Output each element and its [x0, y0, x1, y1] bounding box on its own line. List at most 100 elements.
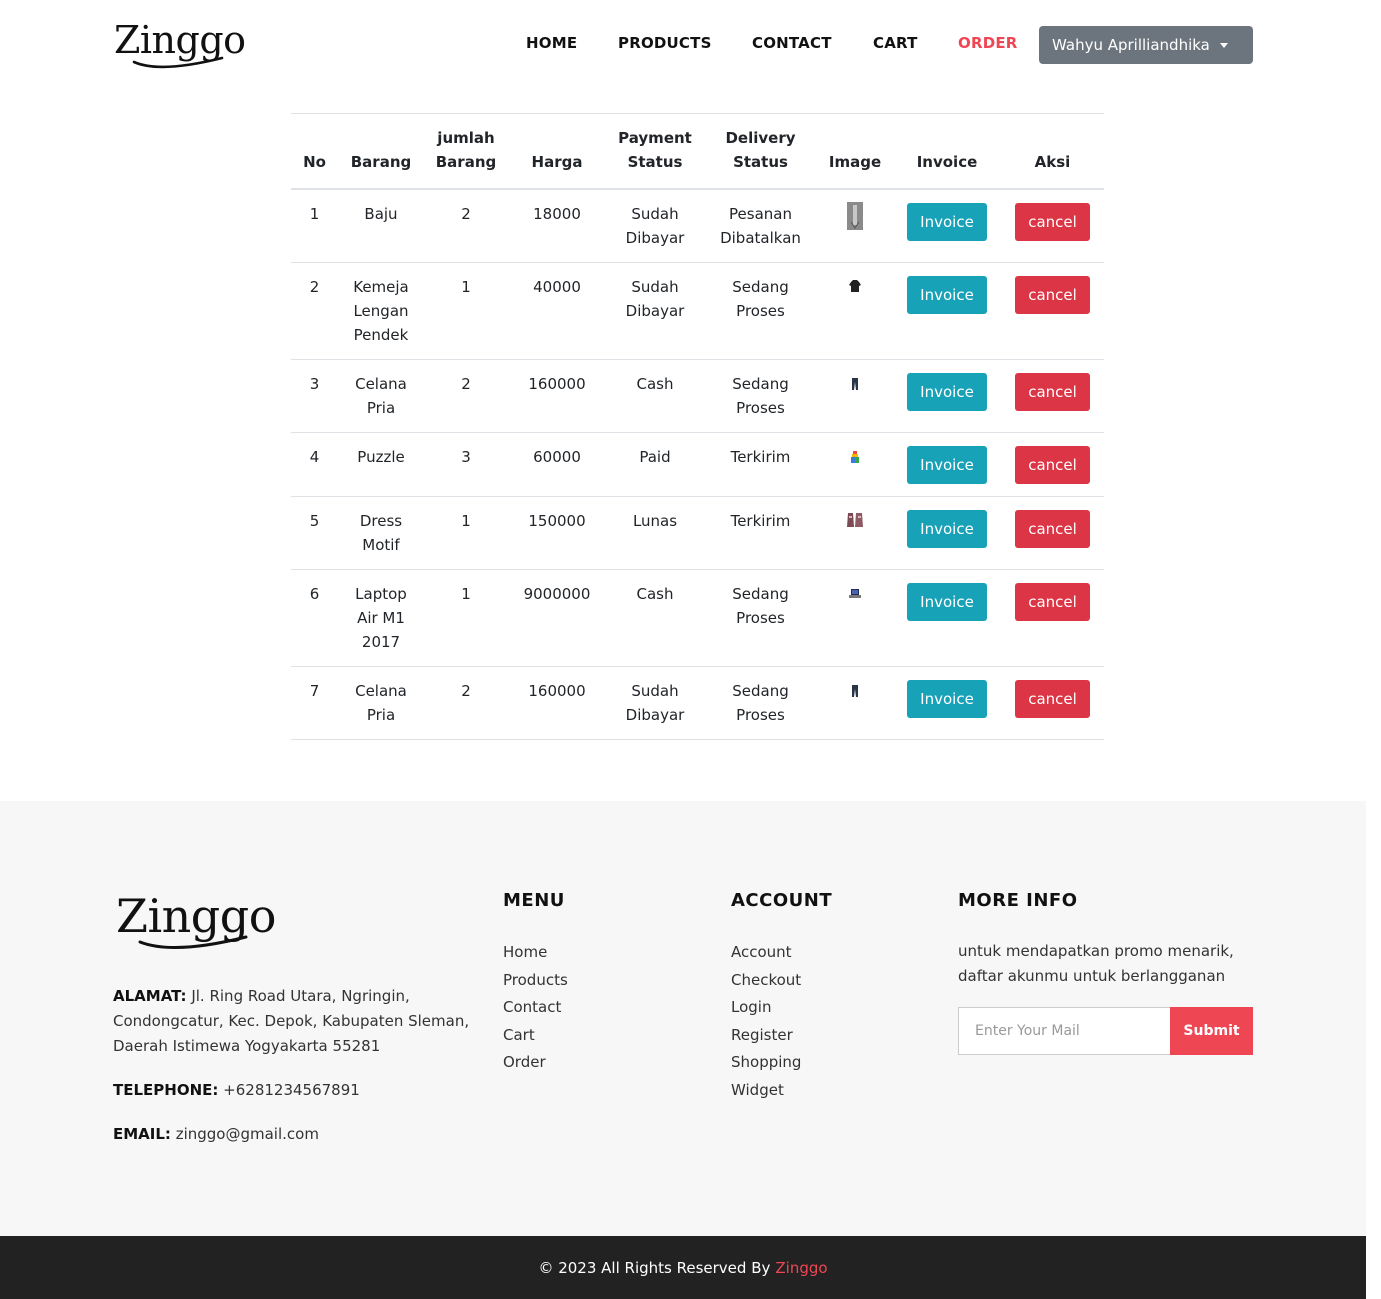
cell-aksi: cancel — [1001, 359, 1104, 433]
puzzle-thumbnail-icon — [851, 451, 859, 463]
cell-barang: Laptop Air M1 2017 — [338, 569, 424, 667]
cell-payment-status: Lunas — [606, 496, 704, 570]
cell-jumlah: 2 — [424, 189, 508, 263]
cancel-button[interactable]: cancel — [1015, 446, 1090, 484]
footer-link-contact[interactable]: Contact — [503, 994, 568, 1022]
shirt-thumbnail-icon — [847, 202, 863, 230]
cell-harga: 60000 — [508, 432, 606, 497]
invoice-button[interactable]: Invoice — [907, 446, 987, 484]
footer-link-login[interactable]: Login — [731, 994, 801, 1022]
table-row: 3 Celana Pria 2 160000 Cash Sedang Prose… — [291, 359, 1104, 433]
user-dropdown-button[interactable]: Wahyu Aprilliandhika — [1039, 26, 1253, 64]
email-subscribe-input[interactable] — [958, 1007, 1171, 1055]
cell-image — [817, 432, 893, 497]
cell-aksi: cancel — [1001, 189, 1104, 263]
cell-invoice: Invoice — [893, 666, 1001, 740]
invoice-button[interactable]: Invoice — [907, 373, 987, 411]
cancel-button[interactable]: cancel — [1015, 510, 1090, 548]
order-table: No Barang jumlah Barang Harga Payment St… — [291, 113, 1104, 740]
cell-no: 6 — [291, 569, 338, 667]
telephone-label: TELEPHONE: — [113, 1081, 219, 1099]
footer-link-shopping[interactable]: Shopping — [731, 1049, 801, 1077]
footer-link-products[interactable]: Products — [503, 967, 568, 995]
cell-payment-status: Cash — [606, 569, 704, 667]
invoice-button[interactable]: Invoice — [907, 680, 987, 718]
cell-jumlah: 3 — [424, 432, 508, 497]
menu-list: Home Products Contact Cart Order — [503, 939, 568, 1077]
cell-invoice: Invoice — [893, 569, 1001, 667]
invoice-button[interactable]: Invoice — [907, 510, 987, 548]
submit-button[interactable]: Submit — [1170, 1007, 1253, 1055]
cancel-button[interactable]: cancel — [1015, 276, 1090, 314]
footer-telephone: TELEPHONE: +6281234567891 — [113, 1078, 360, 1103]
footer-link-widget[interactable]: Widget — [731, 1077, 801, 1105]
cell-payment-status: Sudah Dibayar — [606, 189, 704, 263]
cell-aksi: cancel — [1001, 666, 1104, 740]
cell-jumlah: 2 — [424, 666, 508, 740]
cell-payment-status: Paid — [606, 432, 704, 497]
cancel-button[interactable]: cancel — [1015, 680, 1090, 718]
cell-jumlah: 1 — [424, 262, 508, 360]
dress-thumbnail-icon — [847, 513, 863, 527]
footer-address: ALAMAT: Jl. Ring Road Utara, Ngringin, C… — [113, 984, 478, 1059]
nav-order[interactable]: ORDER — [958, 34, 1018, 52]
cancel-button[interactable]: cancel — [1015, 203, 1090, 241]
cell-aksi: cancel — [1001, 569, 1104, 667]
footer-link-checkout[interactable]: Checkout — [731, 967, 801, 995]
nav-contact[interactable]: CONTACT — [752, 34, 832, 52]
cell-delivery-status: Pesanan Dibatalkan — [704, 189, 817, 263]
cell-delivery-status: Terkirim — [704, 496, 817, 570]
cell-delivery-status: Terkirim — [704, 432, 817, 497]
cell-barang: Dress Motif — [338, 496, 424, 570]
cell-no: 3 — [291, 359, 338, 433]
cell-aksi: cancel — [1001, 496, 1104, 570]
cell-harga: 150000 — [508, 496, 606, 570]
laptop-thumbnail-icon — [849, 589, 861, 598]
cell-barang: Kemeja Lengan Pendek — [338, 262, 424, 360]
footer-link-register[interactable]: Register — [731, 1022, 801, 1050]
footer-link-cart[interactable]: Cart — [503, 1022, 568, 1050]
cell-payment-status: Cash — [606, 359, 704, 433]
cell-harga: 40000 — [508, 262, 606, 360]
invoice-button[interactable]: Invoice — [907, 583, 987, 621]
cancel-button[interactable]: cancel — [1015, 583, 1090, 621]
copyright-text: © 2023 All Rights Reserved By — [538, 1258, 771, 1277]
nav-products[interactable]: PRODUCTS — [618, 34, 712, 52]
address-label: ALAMAT: — [113, 987, 187, 1005]
table-row: 1 Baju 2 18000 Sudah Dibayar Pesanan Dib… — [291, 189, 1104, 263]
header-payment-status: Payment Status — [606, 113, 704, 190]
pants-thumbnail-icon — [852, 378, 858, 390]
footer-link-home[interactable]: Home — [503, 939, 568, 967]
header-delivery-status: Delivery Status — [704, 113, 817, 190]
header-jumlah: jumlah Barang — [424, 113, 508, 190]
nav-cart[interactable]: CART — [873, 34, 918, 52]
promo-text: untuk mendapatkan promo menarik, daftar … — [958, 942, 1234, 985]
cell-invoice: Invoice — [893, 189, 1001, 263]
footer-logo[interactable]: Zinggo — [116, 889, 276, 950]
cell-harga: 9000000 — [508, 569, 606, 667]
nav-home[interactable]: HOME — [526, 34, 577, 52]
cancel-button[interactable]: cancel — [1015, 373, 1090, 411]
cell-barang: Celana Pria — [338, 666, 424, 740]
header-aksi: Aksi — [1001, 113, 1104, 190]
cell-jumlah: 2 — [424, 359, 508, 433]
footer-link-account[interactable]: Account — [731, 939, 801, 967]
invoice-button[interactable]: Invoice — [907, 276, 987, 314]
cell-delivery-status: Sedang Proses — [704, 262, 817, 360]
email-label: EMAIL: — [113, 1125, 171, 1143]
cell-image — [817, 189, 893, 263]
cell-harga: 160000 — [508, 359, 606, 433]
account-list: Account Checkout Login Register Shopping… — [731, 939, 801, 1104]
telephone-value: +6281234567891 — [223, 1081, 360, 1099]
main-nav: HOME PRODUCTS CONTACT CART ORDER Wahyu A… — [0, 26, 1381, 64]
invoice-button[interactable]: Invoice — [907, 203, 987, 241]
tshirt-thumbnail-icon — [849, 280, 861, 292]
cell-no: 2 — [291, 262, 338, 360]
header-barang: Barang — [338, 113, 424, 190]
cell-invoice: Invoice — [893, 496, 1001, 570]
copyright-brand-link[interactable]: Zinggo — [775, 1259, 827, 1277]
footer-link-order[interactable]: Order — [503, 1049, 568, 1077]
footer: Zinggo ALAMAT: Jl. Ring Road Utara, Ngri… — [0, 801, 1366, 1236]
cell-harga: 160000 — [508, 666, 606, 740]
cell-delivery-status: Sedang Proses — [704, 569, 817, 667]
